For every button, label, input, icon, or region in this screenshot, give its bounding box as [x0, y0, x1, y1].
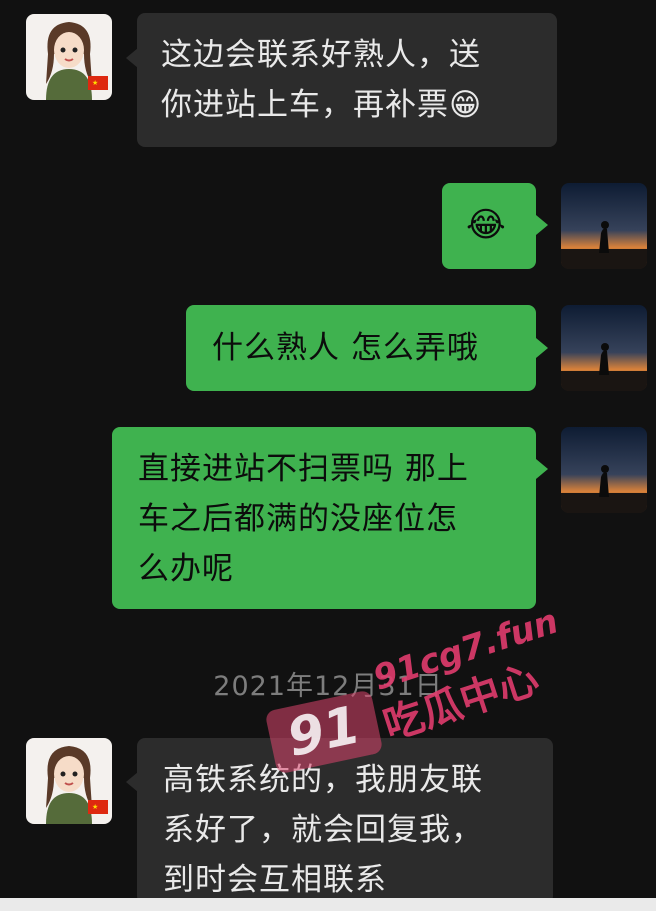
svg-text:★: ★ — [92, 79, 98, 87]
message-outgoing[interactable]: 😂 — [442, 183, 536, 269]
bottom-edge — [0, 898, 656, 911]
user-avatar[interactable] — [561, 427, 647, 513]
message-outgoing[interactable]: 直接进站不扫票吗 那上 车之后都满的没座位怎 么办呢 — [112, 427, 536, 609]
message-outgoing[interactable]: 什么熟人 怎么弄哦 — [186, 305, 536, 391]
message-incoming[interactable]: 高铁系统的，我朋友联 系好了，就会回复我， 到时会互相联系 — [137, 738, 553, 904]
message-incoming[interactable]: 这边会联系好熟人，送 你进站上车，再补票😁 — [137, 13, 557, 147]
bubble-tail — [536, 459, 548, 479]
contact-avatar[interactable]: ★ — [26, 738, 112, 824]
svg-text:★: ★ — [92, 803, 98, 811]
user-avatar[interactable] — [561, 305, 647, 391]
message-timestamp: 2021年12月31日 — [213, 671, 443, 702]
bubble-tail — [536, 215, 548, 235]
bubble-tail — [536, 338, 548, 358]
contact-avatar[interactable]: ★ — [26, 14, 112, 100]
user-avatar[interactable] — [561, 183, 647, 269]
